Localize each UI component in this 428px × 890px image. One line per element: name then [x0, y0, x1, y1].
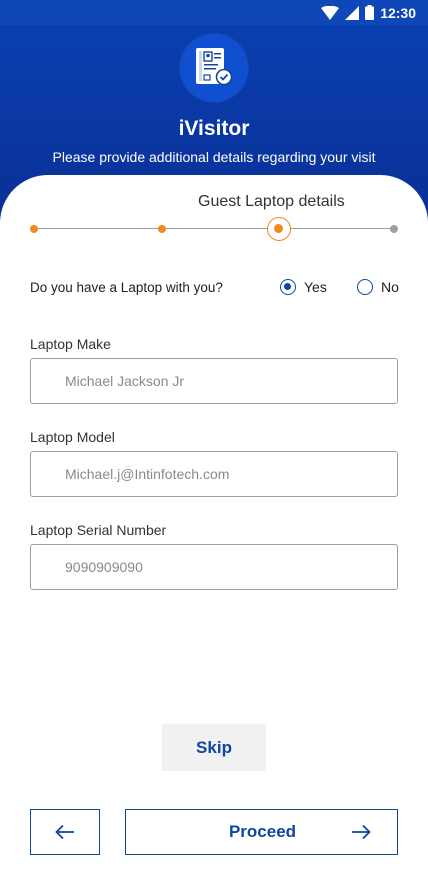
radio-yes[interactable]: Yes [280, 279, 327, 295]
skip-button[interactable]: Skip [162, 724, 266, 771]
signal-icon [345, 5, 360, 20]
back-button[interactable] [30, 809, 100, 855]
step-2-dot [158, 225, 166, 233]
radio-no[interactable]: No [357, 279, 399, 295]
step-3-current [267, 217, 291, 241]
app-title: iVisitor [178, 117, 250, 140]
status-icons: 12:30 [321, 3, 416, 22]
arrow-right-icon [352, 824, 371, 840]
radio-yes-label: Yes [304, 279, 327, 295]
step-4-dot [390, 225, 398, 233]
radio-no-label: No [381, 279, 399, 295]
app-logo [180, 34, 248, 102]
laptop-model-input[interactable] [30, 451, 398, 497]
laptop-make-input[interactable] [30, 358, 398, 404]
radio-no-button[interactable] [357, 279, 373, 295]
serial-number-input[interactable] [30, 544, 398, 590]
laptop-model-label: Laptop Model [30, 429, 115, 445]
status-time: 12:30 [380, 4, 416, 21]
stepper-track [34, 228, 394, 229]
battery-icon [365, 5, 375, 20]
serial-number-label: Laptop Serial Number [30, 522, 167, 538]
step-title: Guest Laptop details [198, 193, 345, 210]
laptop-make-label: Laptop Make [30, 336, 111, 352]
laptop-question: Do you have a Laptop with you? [30, 280, 223, 295]
wifi-icon [321, 5, 340, 20]
step-1-dot [30, 225, 38, 233]
arrow-left-icon [55, 824, 74, 840]
proceed-button[interactable]: Proceed [125, 809, 398, 855]
visitor-badge-icon [196, 48, 233, 86]
app-subtitle: Please provide additional details regard… [52, 149, 376, 165]
status-bar: 12:30 [0, 0, 428, 25]
radio-yes-button[interactable] [280, 279, 296, 295]
